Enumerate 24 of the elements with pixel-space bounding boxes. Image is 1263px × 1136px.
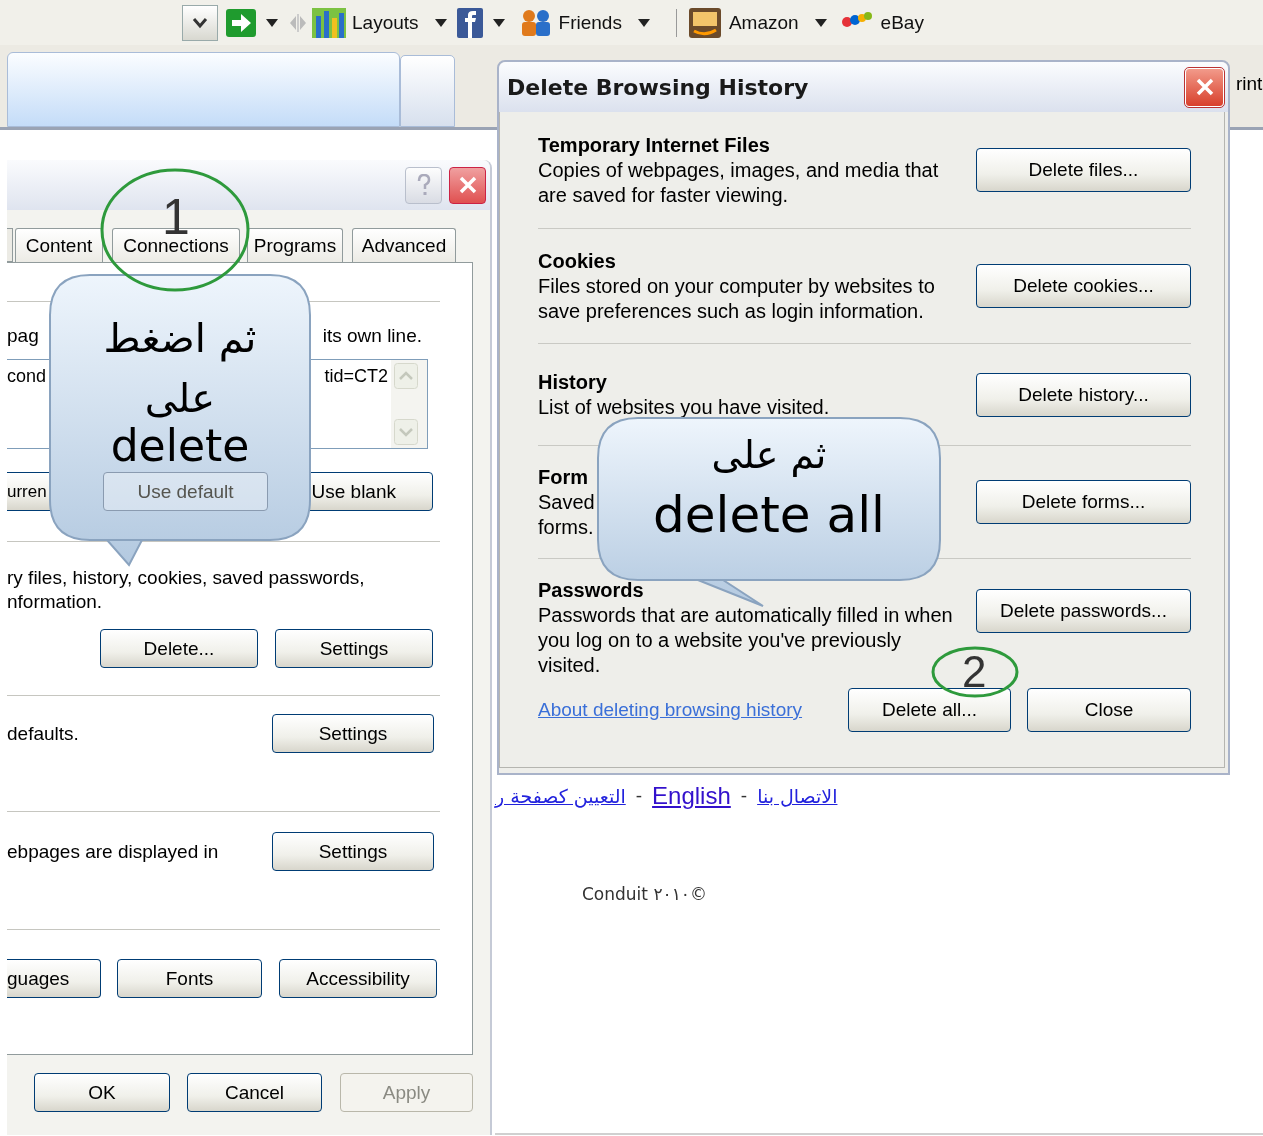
section-heading: Passwords <box>538 578 644 603</box>
description-text: ebpages are displayed in <box>7 839 219 864</box>
section-heading: Cookies <box>538 249 616 274</box>
section-heading: History <box>538 370 607 395</box>
url-text: cond <box>7 366 47 387</box>
section-heading: Temporary Internet Files <box>538 133 770 158</box>
section-description: Passwords that are automatically filled in when you log on to a website you've previously visited. <box>538 603 954 678</box>
section-description: Copies of webpages, images, and media that are saved for faster viewing. <box>538 158 940 208</box>
section-description: Saved forms. <box>538 490 595 540</box>
instruction-text: its own line. <box>322 324 422 348</box>
callout-text: delete <box>110 424 250 468</box>
section-heading: Form <box>538 465 588 490</box>
instruction-text: pag <box>7 324 39 348</box>
description-text: ry files, history, cookies, saved passwords, nformation. <box>7 566 365 614</box>
copyright-text: Conduit ٢٠١٠© <box>582 884 707 904</box>
url-text: tid=CT2 <box>324 366 388 387</box>
link-separator: - <box>635 785 643 807</box>
callout-text: على <box>144 378 216 418</box>
callout-text: delete all <box>653 490 885 540</box>
window-title: Delete Browsing History <box>507 74 809 100</box>
link-separator: - <box>740 785 748 807</box>
section-description: Files stored on your computer by websites to save preferences such as login information. <box>538 274 936 324</box>
section-description: List of websites you have visited. <box>538 395 830 420</box>
description-text: defaults. <box>7 721 79 746</box>
